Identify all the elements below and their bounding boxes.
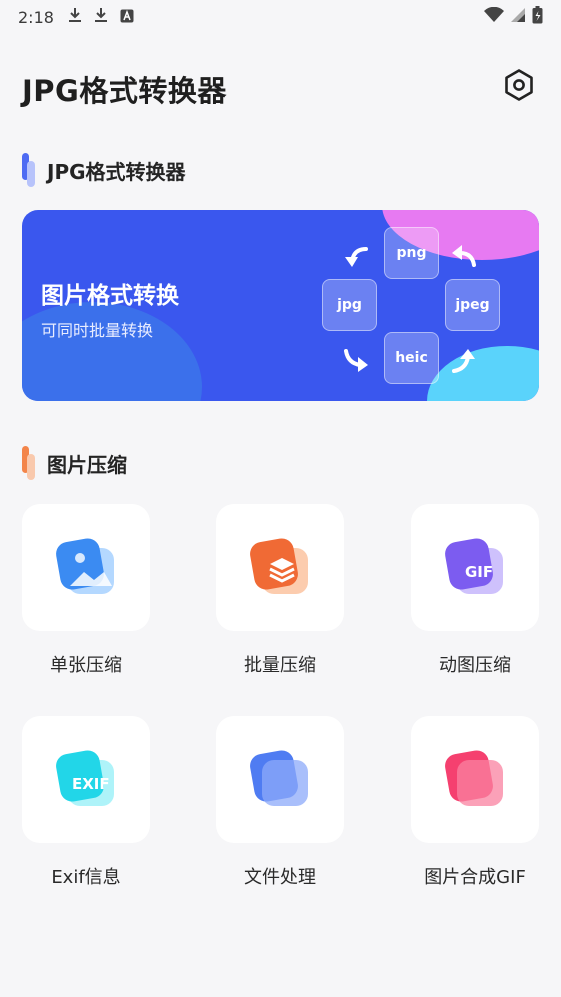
tile-card: GIF — [411, 504, 539, 631]
section-header-compress: 图片压缩 — [22, 446, 127, 480]
tile-card — [216, 716, 344, 843]
tile-card: EXIF — [22, 716, 150, 843]
status-icons-left — [68, 7, 134, 27]
format-jpeg: jpeg — [445, 279, 500, 331]
tile-label: 动图压缩 — [439, 655, 511, 676]
section-title: JPG格式转换器 — [47, 159, 186, 184]
tile-single-compress[interactable]: 单张压缩 — [22, 504, 150, 677]
curved-arrow-icon — [342, 347, 370, 375]
tile-label: 批量压缩 — [244, 655, 316, 676]
curved-arrow-icon — [450, 347, 478, 375]
tile-label: 文件处理 — [244, 867, 316, 888]
exif-icon-text: EXIF — [72, 774, 110, 793]
layers-icon — [248, 536, 312, 600]
tile-card — [22, 504, 150, 631]
format-jpg: jpg — [322, 279, 377, 331]
tile-batch-compress[interactable]: 批量压缩 — [216, 504, 344, 677]
status-time: 2:18 — [18, 7, 54, 27]
format-png: png — [384, 227, 439, 279]
gif-merge-icon — [443, 748, 507, 812]
banner-subtitle: 可同时批量转换 — [41, 321, 154, 340]
download-icon — [68, 7, 82, 27]
tile-exif-info[interactable]: EXIF Exif信息 — [22, 716, 150, 889]
download-icon — [94, 7, 108, 27]
gif-icon-text: GIF — [465, 562, 494, 581]
tile-merge-gif[interactable]: 图片合成GIF — [411, 716, 539, 889]
gif-icon: GIF — [443, 536, 507, 600]
format-heic: heic — [384, 332, 439, 384]
single-image-icon — [54, 536, 118, 600]
signal-icon — [510, 7, 526, 27]
exif-icon: EXIF — [54, 748, 118, 812]
file-stack-icon — [248, 748, 312, 812]
tile-label: 单张压缩 — [50, 655, 122, 676]
wifi-icon — [484, 6, 504, 27]
app-screen: 2:18 JPG格式转换器 JPG格式转换器 图片格式转换 可同时批量转换 pn… — [0, 0, 561, 997]
status-icons-right — [484, 6, 543, 28]
settings-button[interactable] — [500, 68, 538, 106]
tile-gif-compress[interactable]: GIF 动图压缩 — [411, 504, 539, 677]
curved-arrow-icon — [450, 243, 478, 271]
gear-icon — [502, 68, 536, 106]
curved-arrow-icon — [342, 243, 370, 271]
tile-label: Exif信息 — [51, 867, 121, 888]
status-bar: 2:18 — [0, 0, 561, 34]
battery-icon — [532, 6, 543, 28]
section-header-convert: JPG格式转换器 — [22, 153, 186, 187]
page-title: JPG格式转换器 — [22, 74, 227, 108]
tile-card — [216, 504, 344, 631]
tile-label: 图片合成GIF — [424, 867, 526, 888]
section-title: 图片压缩 — [47, 452, 127, 477]
section-marker — [22, 446, 36, 480]
format-convert-banner[interactable]: 图片格式转换 可同时批量转换 png jpg jpeg heic — [22, 210, 539, 401]
tile-card — [411, 716, 539, 843]
tile-file-processing[interactable]: 文件处理 — [216, 716, 344, 889]
banner-blob — [427, 346, 539, 401]
a-icon — [120, 8, 134, 27]
banner-title: 图片格式转换 — [41, 283, 179, 309]
section-marker — [22, 153, 36, 187]
